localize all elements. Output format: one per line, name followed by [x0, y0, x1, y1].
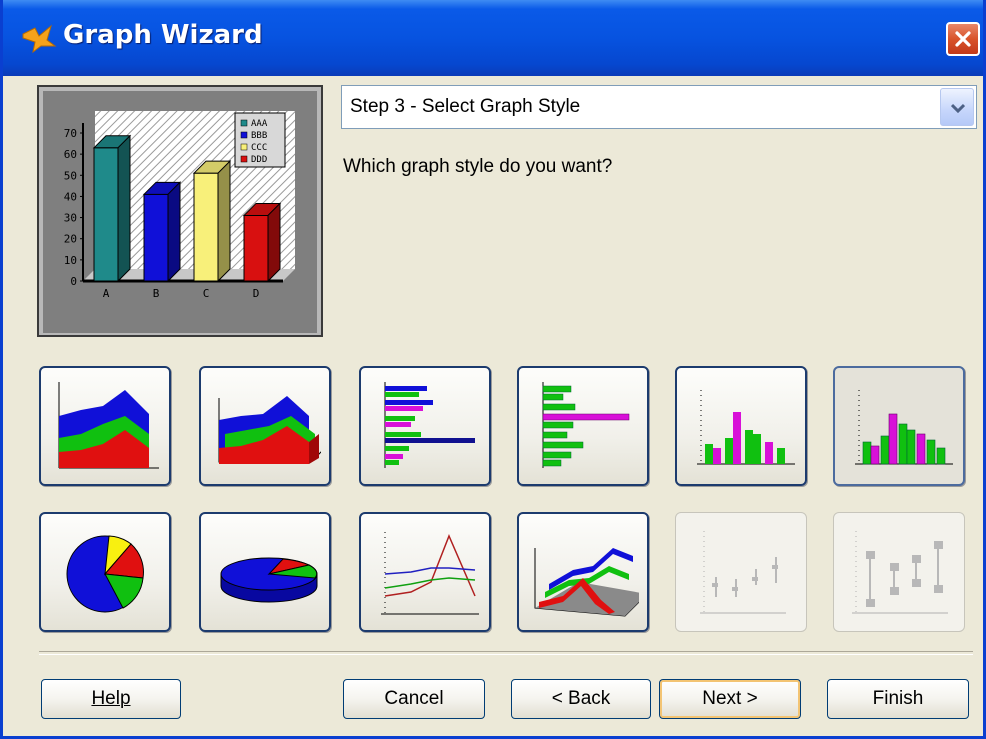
- cancel-button-label: Cancel: [384, 688, 444, 709]
- area-chart-icon: [58, 382, 159, 469]
- preview-legend-label: DDD: [251, 155, 267, 165]
- preview-legend-swatch: [240, 143, 248, 151]
- candlestick-chart-style: [833, 512, 965, 632]
- dropdown-button[interactable]: [940, 88, 974, 126]
- preview-x-tick-label: C: [203, 287, 210, 300]
- preview-chart: 70 60 50 40 30 20 10 0 A B C D AAA BBB CCC DDD: [64, 111, 295, 300]
- line-chart-style[interactable]: [359, 512, 491, 632]
- preview-bar: [143, 193, 169, 282]
- title-bar[interactable]: Graph Wizard: [3, 0, 983, 76]
- finish-button-label: Finish: [872, 688, 924, 709]
- area-3d-chart-icon: [218, 396, 321, 464]
- preview-legend-swatch: [240, 119, 248, 127]
- preview-y-tick-label: 20: [64, 233, 77, 246]
- step-dropdown-value: Step 3 - Select Graph Style: [350, 96, 581, 117]
- step-dropdown[interactable]: Step 3 - Select Graph Style: [341, 85, 977, 129]
- column-3d-chart-icon: [855, 390, 953, 465]
- hbar-3d-chart-icon: [542, 382, 630, 468]
- preview-legend-label: CCC: [251, 143, 267, 153]
- 3d-pie-chart-style[interactable]: [199, 512, 331, 632]
- next-button-label: Next >: [702, 688, 758, 709]
- back-button[interactable]: < Back: [511, 679, 651, 719]
- chevron-down-icon: [951, 103, 965, 113]
- cancel-button[interactable]: Cancel: [343, 679, 485, 719]
- 3d-line-chart-style[interactable]: [517, 512, 649, 632]
- preview-legend-label: AAA: [251, 119, 268, 129]
- finish-button[interactable]: Finish: [827, 679, 969, 719]
- preview-bar-side: [267, 202, 281, 283]
- preview-legend-swatch: [240, 155, 248, 163]
- graph-style-grid: [39, 366, 973, 636]
- preview-bar: [93, 147, 119, 282]
- line-chart-icon: [381, 532, 479, 615]
- column-chart-style[interactable]: [675, 366, 807, 486]
- window-title: Graph Wizard: [63, 20, 263, 50]
- next-button[interactable]: Next >: [659, 679, 801, 719]
- back-button-label: < Back: [551, 688, 611, 709]
- preview-y-tick-label: 50: [64, 169, 77, 182]
- area-chart-style[interactable]: [39, 366, 171, 486]
- preview-x-tick-label: B: [153, 287, 160, 300]
- hbar-chart-icon: [384, 382, 475, 468]
- question-label: Which graph style do you want?: [343, 156, 613, 177]
- preview-y-tick-label: 60: [64, 148, 77, 161]
- pie-chart-style[interactable]: [39, 512, 171, 632]
- horizontal-bar-style[interactable]: [359, 366, 491, 486]
- pie-3d-chart-icon: [220, 557, 318, 603]
- wizard-app-icon: [22, 24, 57, 54]
- help-button-label: Help: [91, 688, 131, 709]
- graph-wizard-window: Graph Wizard 70 60 50 40 30 20 10 0 A B C D AAA BBB CC…: [0, 0, 986, 739]
- preview-y-tick-label: 30: [64, 212, 77, 225]
- 3d-area-chart-style[interactable]: [199, 366, 331, 486]
- preview-y-tick-label: 10: [64, 254, 77, 267]
- preview-bar: [193, 172, 219, 282]
- preview-bar-side: [117, 134, 131, 283]
- 3d-horizontal-bar-style[interactable]: [517, 366, 649, 486]
- candlestick-chart-icon: [852, 531, 948, 614]
- line-3d-chart-icon: [534, 548, 639, 617]
- 3d-column-chart-style[interactable]: [833, 366, 965, 486]
- preview-y-tick-label: 0: [70, 275, 77, 288]
- pie-chart-icon: [66, 535, 144, 613]
- graph-preview: 70 60 50 40 30 20 10 0 A B C D AAA BBB CCC DDD: [37, 85, 323, 337]
- preview-x-tick-label: D: [253, 287, 260, 300]
- column-chart-icon: [697, 390, 795, 465]
- hilo-chart-icon: [700, 531, 786, 614]
- preview-y-tick-label: 70: [64, 127, 77, 140]
- button-separator: [39, 651, 973, 655]
- help-button[interactable]: Help: [41, 679, 181, 719]
- hi-lo-chart-style: [675, 512, 807, 632]
- close-button[interactable]: [946, 22, 980, 56]
- preview-bar-side: [167, 181, 181, 283]
- preview-legend-label: BBB: [251, 131, 267, 141]
- preview-bar: [243, 214, 269, 282]
- preview-x-tick-label: A: [103, 287, 110, 300]
- preview-legend-swatch: [240, 131, 248, 139]
- close-x-icon: [955, 31, 971, 47]
- preview-y-tick-label: 40: [64, 190, 77, 203]
- preview-bar-side: [217, 159, 231, 283]
